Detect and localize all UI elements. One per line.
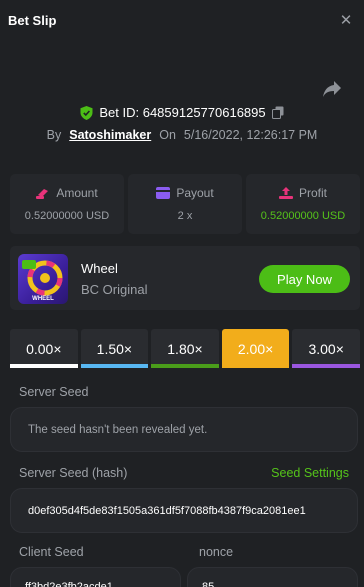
client-seed-field[interactable]: ff3bd2e3fb2acde1 — [10, 567, 181, 587]
multiplier-0: 0.00× — [10, 329, 78, 368]
stat-label: Payout — [176, 186, 214, 200]
bet-info: Bet ID: 64859125770616895 By Satoshimake… — [0, 40, 364, 152]
game-thumbnail: WHEEL — [18, 254, 68, 304]
game-provider: BC Original — [81, 282, 148, 297]
stat-value: 2 x — [177, 210, 193, 222]
stat-value: 0.52000000 USD — [24, 210, 110, 222]
server-seed-hash-field[interactable]: d0ef305d4f5de83f1505a361df5f7088fb4387f9… — [10, 488, 358, 533]
server-seed-field: The seed hasn't been revealed yet. — [10, 407, 358, 452]
share-icon[interactable] — [322, 80, 342, 98]
multiplier-4: 3.00× — [292, 329, 360, 368]
multiplier-2: 1.80× — [151, 329, 219, 368]
stat-profit: Profit 0.52000000 USD — [246, 174, 360, 234]
user-link[interactable]: Satoshimaker — [69, 128, 151, 142]
bet-id-row: Bet ID: 64859125770616895 — [0, 105, 364, 120]
server-seed-label: Server Seed — [19, 385, 89, 399]
multiplier-3: 2.00× — [221, 329, 290, 368]
bet-author-row: By Satoshimaker On 5/16/2022, 12:26:17 P… — [0, 128, 364, 142]
nonce-label: nonce — [199, 545, 234, 559]
stat-amount: Amount 0.52000000 USD — [10, 174, 124, 234]
on-label: On — [159, 128, 176, 142]
copy-icon[interactable] — [271, 106, 284, 119]
coins-icon — [36, 189, 49, 199]
payout-icon — [156, 187, 171, 199]
seed-settings-link[interactable]: Seed Settings — [271, 466, 349, 480]
stat-payout: Payout 2 x — [128, 174, 242, 234]
multiplier-bar: 0.00× 1.50× 1.80× 2.00× 3.00× — [10, 329, 360, 368]
stat-value: 0.52000000 USD — [260, 210, 346, 222]
by-label: By — [46, 128, 62, 142]
game-thumb-text: WHEEL — [32, 296, 54, 302]
close-icon[interactable]: ✕ — [336, 11, 356, 29]
play-now-button[interactable]: Play Now — [259, 265, 350, 293]
page-title: Bet Slip — [8, 12, 57, 28]
wheel-icon: WHEEL — [22, 260, 63, 302]
bet-datetime: 5/16/2022, 12:26:17 PM — [183, 128, 318, 142]
game-name: Wheel — [81, 261, 118, 276]
bet-stats: Amount 0.52000000 USD Payout 2 x Profit … — [10, 174, 360, 234]
bet-slip-header: Bet Slip ✕ — [0, 0, 364, 40]
server-seed-hash-label: Server Seed (hash) — [19, 466, 128, 480]
nonce-field[interactable]: 85 — [187, 567, 358, 587]
shield-check-icon — [80, 105, 93, 120]
stat-label: Amount — [56, 186, 98, 200]
stat-label: Profit — [298, 186, 327, 200]
game-card: WHEEL Wheel BC Original Play Now — [10, 246, 360, 310]
multiplier-1: 1.50× — [80, 329, 149, 368]
client-seed-label: Client Seed — [19, 545, 84, 559]
bet-id: Bet ID: 64859125770616895 — [99, 105, 266, 120]
profit-icon — [278, 187, 293, 199]
